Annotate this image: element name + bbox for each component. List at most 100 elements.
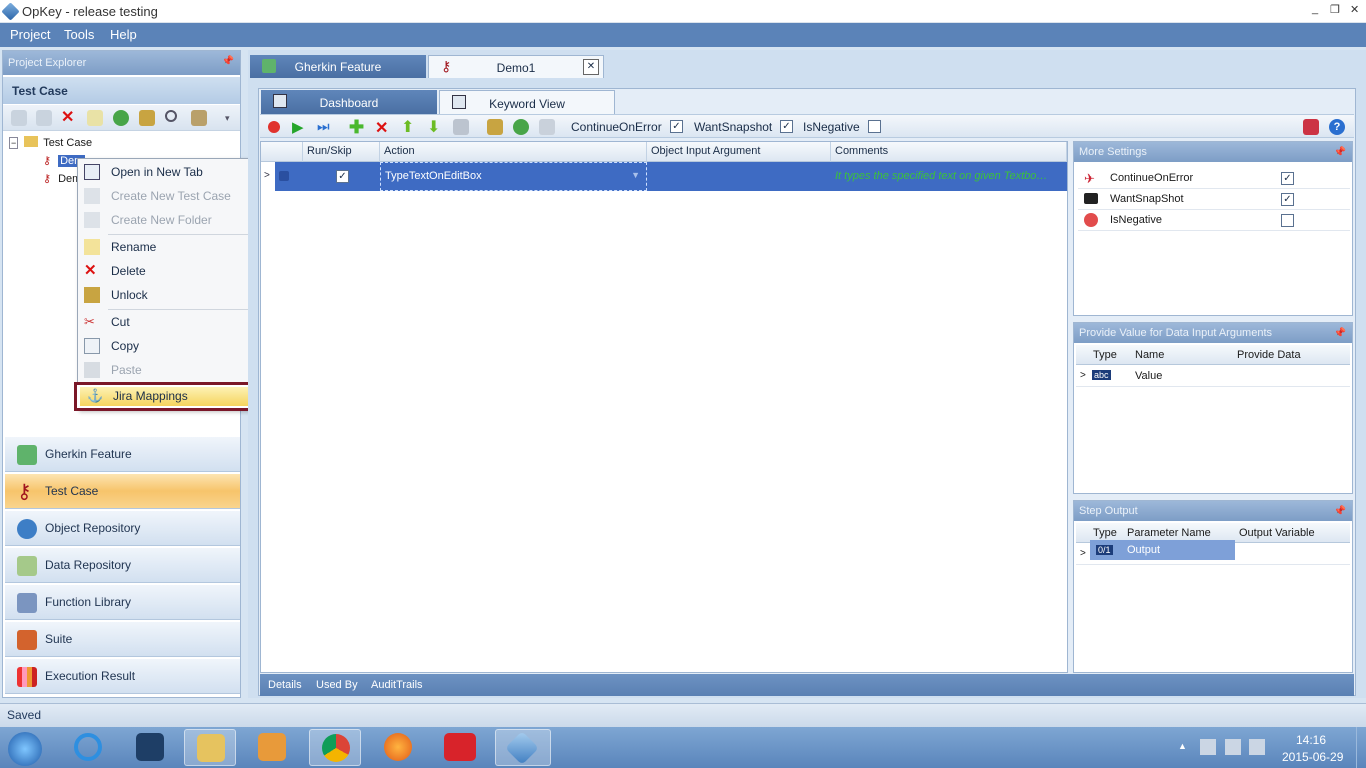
tab-audit-trails[interactable]: AuditTrails	[371, 679, 423, 691]
action-center-icon[interactable]	[1200, 739, 1216, 755]
column-header-comments[interactable]: Comments	[831, 142, 1067, 162]
record-icon[interactable]	[268, 121, 280, 133]
tab-dashboard[interactable]: Dashboard	[261, 90, 437, 114]
menu-item-paste[interactable]: Paste	[78, 359, 253, 381]
action-cell[interactable]: TypeTextOnEditBox ▼	[380, 162, 647, 191]
taskbar-firefox[interactable]	[372, 729, 424, 766]
taskbar-chrome[interactable]	[309, 729, 361, 766]
menu-tools[interactable]: Tools	[64, 27, 94, 42]
menu-item-unlock[interactable]: Unlock	[78, 284, 253, 306]
is-negative-setting-checkbox[interactable]	[1281, 214, 1294, 227]
menu-item-rename[interactable]: Rename	[78, 236, 253, 258]
taskbar-tool[interactable]	[124, 729, 176, 766]
maximize-button[interactable]: ❐	[1330, 3, 1340, 16]
start-button[interactable]	[0, 729, 48, 766]
add-testcase-icon[interactable]	[11, 110, 27, 126]
export-icon[interactable]	[539, 119, 555, 135]
settings-icon[interactable]	[1303, 119, 1319, 135]
pin-icon[interactable]: 📌	[1334, 328, 1346, 339]
lock-icon[interactable]	[487, 119, 503, 135]
pin-icon[interactable]: 📌	[222, 56, 234, 67]
close-icon[interactable]: ✕	[583, 59, 599, 75]
menu-item-copy[interactable]: Copy	[78, 335, 253, 357]
comment-cell[interactable]: It types the specified text on given Tex…	[835, 170, 1059, 182]
menu-project[interactable]: Project	[10, 27, 50, 42]
delete-step-icon[interactable]: ✕	[375, 118, 391, 137]
rename-icon[interactable]	[87, 110, 103, 126]
nav-execution-result[interactable]: Execution Result	[5, 659, 240, 694]
minimize-button[interactable]: _	[1312, 3, 1318, 15]
pin-icon[interactable]: 📌	[1334, 147, 1346, 158]
menu-item-create-test-case[interactable]: Create New Test Case	[78, 185, 253, 207]
nav-object-repository[interactable]: Object Repository	[5, 511, 240, 546]
lock-icon[interactable]	[139, 110, 155, 126]
menu-item-jira-mappings[interactable]: ⚓ Jira Mappings	[74, 382, 260, 411]
tab-gherkin-feature[interactable]: Gherkin Feature	[250, 55, 426, 78]
menu-item-delete[interactable]: ✕ Delete	[78, 260, 253, 282]
tab-keyword-view[interactable]: Keyword View	[439, 90, 615, 114]
tree-item-demo2[interactable]: ⚷ Dem	[43, 171, 81, 187]
column-header-name[interactable]: Name	[1135, 349, 1164, 361]
save-icon[interactable]	[453, 119, 469, 135]
want-snapshot-checkbox[interactable]: ✓	[780, 120, 793, 133]
tab-demo1[interactable]: ⚷ Demo1 ✕	[428, 55, 604, 78]
pin-icon[interactable]: 📌	[1334, 506, 1346, 517]
tools-icon[interactable]	[191, 110, 207, 126]
taskbar-ie[interactable]	[62, 729, 114, 766]
network-icon[interactable]	[1225, 739, 1241, 755]
tree-root[interactable]: − Test Case	[9, 135, 92, 151]
nav-suite[interactable]: Suite	[5, 622, 240, 657]
help-icon[interactable]: ?	[1329, 119, 1345, 135]
column-header-type[interactable]: Type	[1093, 527, 1117, 539]
menu-item-cut[interactable]: ✂ Cut	[78, 311, 253, 333]
continue-on-error-checkbox[interactable]: ✓	[670, 120, 683, 133]
run-skip-checkbox[interactable]: ✓	[336, 170, 349, 183]
want-snapshot-setting-checkbox[interactable]: ✓	[1281, 193, 1294, 206]
search-icon[interactable]	[165, 110, 177, 122]
menu-help[interactable]: Help	[110, 27, 137, 42]
show-hidden-icons-icon[interactable]: ▲	[1178, 741, 1187, 751]
step-icon[interactable]: ⏭	[317, 118, 333, 134]
tab-used-by[interactable]: Used By	[316, 679, 358, 691]
refresh-icon[interactable]	[113, 110, 129, 126]
clock-date[interactable]: 2015-06-29	[1282, 750, 1343, 764]
refresh-icon[interactable]	[513, 119, 529, 135]
close-button[interactable]: ✕	[1350, 3, 1359, 16]
table-row[interactable]: > ✓ TypeTextOnEditBox ▼ It types the spe…	[261, 162, 1067, 191]
continue-on-error-setting-checkbox[interactable]: ✓	[1281, 172, 1294, 185]
add-step-icon[interactable]: ✚	[349, 117, 365, 137]
taskbar-media[interactable]	[246, 729, 298, 766]
column-header-run-skip[interactable]: Run/Skip	[303, 142, 380, 162]
column-header-output-variable[interactable]: Output Variable	[1239, 527, 1315, 539]
collapse-icon[interactable]: −	[9, 137, 19, 149]
column-header-parameter-name[interactable]: Parameter Name	[1127, 527, 1211, 539]
nav-test-case[interactable]: ⚷ Test Case	[5, 474, 240, 509]
taskbar-explorer[interactable]	[184, 729, 236, 766]
nav-data-repository[interactable]: Data Repository	[5, 548, 240, 583]
chevron-down-icon[interactable]: ▾	[225, 113, 241, 129]
taskbar-opkey[interactable]	[495, 729, 551, 766]
column-header-provide-data[interactable]: Provide Data	[1237, 349, 1301, 361]
delete-icon[interactable]: ✕	[61, 110, 77, 126]
move-down-icon[interactable]: ⬇	[427, 117, 443, 136]
provide-data-input[interactable]	[1236, 368, 1348, 384]
column-header-object[interactable]: Object Input Argument	[647, 142, 831, 162]
column-header-type[interactable]: Type	[1093, 349, 1117, 361]
table-row[interactable]: > abc Value	[1076, 366, 1350, 387]
play-icon[interactable]: ▶	[292, 118, 308, 136]
show-desktop-button[interactable]	[1356, 727, 1366, 768]
chevron-down-icon[interactable]: ▼	[631, 170, 640, 180]
menu-item-create-folder[interactable]: Create New Folder	[78, 209, 253, 231]
taskbar-zynga[interactable]	[434, 729, 486, 766]
add-folder-icon[interactable]	[36, 110, 52, 126]
column-header-action[interactable]: Action	[380, 142, 647, 162]
clock-time[interactable]: 14:16	[1296, 733, 1326, 747]
volume-icon[interactable]	[1249, 739, 1265, 755]
nav-gherkin-feature[interactable]: Gherkin Feature	[5, 437, 240, 472]
menu-item-open-new-tab[interactable]: Open in New Tab	[78, 161, 253, 183]
table-row[interactable]: > 0/1 Output	[1076, 540, 1350, 565]
nav-function-library[interactable]: Function Library	[5, 585, 240, 620]
tab-details[interactable]: Details	[268, 679, 302, 691]
move-up-icon[interactable]: ⬆	[401, 117, 417, 136]
output-variable-input[interactable]	[1238, 542, 1348, 558]
